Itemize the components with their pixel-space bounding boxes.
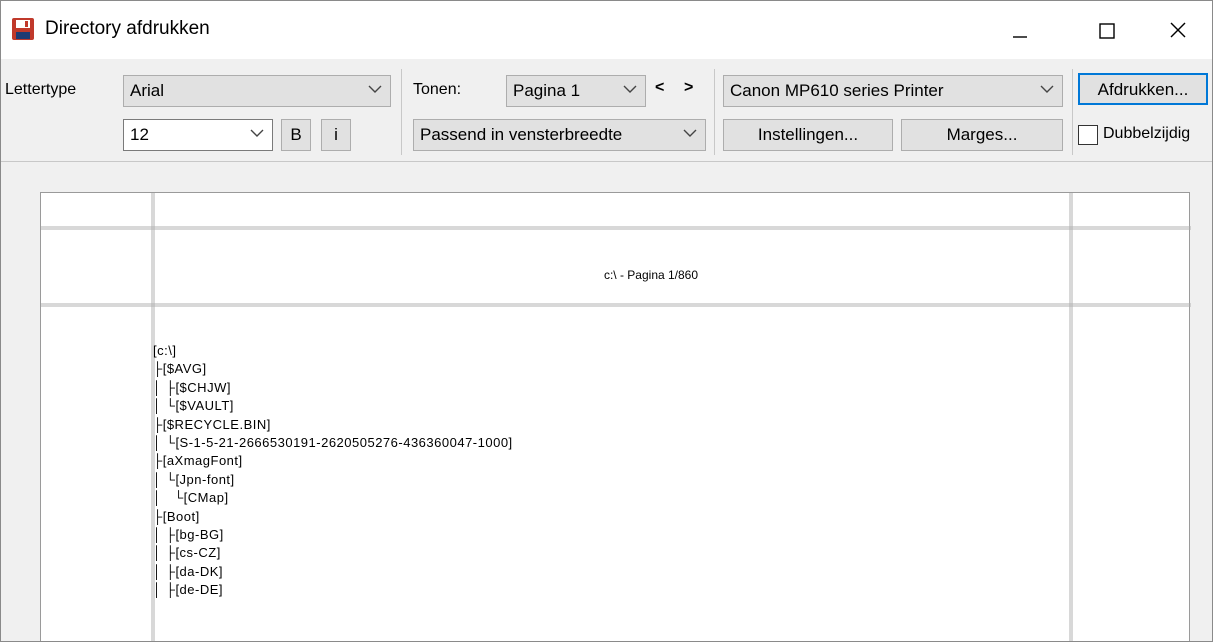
page-select[interactable]: Pagina 1 <box>506 75 646 107</box>
margins-button[interactable]: Marges... <box>901 119 1063 151</box>
font-size-select[interactable]: 12 <box>123 119 273 151</box>
chevron-down-icon <box>250 129 264 137</box>
chevron-down-icon <box>683 129 697 137</box>
tree-row: ├[$AVG] <box>153 361 207 377</box>
window-title: Directory afdrukken <box>45 18 210 39</box>
title-bar[interactable]: Directory afdrukken <box>1 1 1212 59</box>
close-icon[interactable] <box>1161 11 1207 51</box>
font-size-value: 12 <box>130 125 149 144</box>
previous-page-button[interactable]: < <box>655 79 664 97</box>
page-select-value: Pagina 1 <box>513 81 581 100</box>
print-directory-window: Directory afdrukken Lettertype Arial 12 … <box>0 0 1213 642</box>
printer-select-value: Canon MP610 series Printer <box>730 81 944 100</box>
tree-row: │ └[Jpn-font] <box>153 471 235 487</box>
print-toolbar: Lettertype Arial 12 B i Tonen: Pagina 1 … <box>1 61 1212 161</box>
tree-row: │ └[S-1-5-21-2666530191-2620505276-43636… <box>153 435 513 451</box>
tree-row: ├[Boot] <box>153 508 200 524</box>
duplex-label: Dubbelzijdig <box>1103 125 1191 142</box>
toolbar-separator <box>714 69 715 155</box>
maximize-icon[interactable] <box>1084 11 1130 51</box>
toolbar-separator <box>401 69 402 155</box>
fit-select-value: Passend in vensterbreedte <box>420 125 623 144</box>
chevron-down-icon <box>368 85 382 93</box>
font-select-value: Arial <box>130 81 165 100</box>
settings-button[interactable]: Instellingen... <box>723 119 893 151</box>
tree-row: │ ├[cs-CZ] <box>153 545 221 561</box>
tree-row: ├[aXmagFont] <box>153 453 243 469</box>
directory-tree: [c:\] ├[$AVG] │ ├[$CHJW] │ └[$VAULT] ├[$… <box>153 342 513 600</box>
chevron-down-icon <box>623 85 637 93</box>
tree-row: │ └[$VAULT] <box>153 398 234 414</box>
tree-row: │ ├[$CHJW] <box>153 379 231 395</box>
tree-row: │ ├[bg-BG] <box>153 527 224 543</box>
tree-row: │ ├[de-DE] <box>153 582 224 598</box>
tree-row: ├[$RECYCLE.BIN] <box>153 416 271 432</box>
next-page-button[interactable]: > <box>684 79 693 97</box>
italic-button[interactable]: i <box>321 119 351 151</box>
font-type-label: Lettertype <box>5 81 77 98</box>
print-button[interactable]: Afdrukken... <box>1078 73 1208 105</box>
font-select[interactable]: Arial <box>123 75 391 107</box>
print-preview[interactable]: c:\ - Pagina 1/860 [c:\] ├[$AVG] │ ├[$CH… <box>1 161 1212 641</box>
fit-select[interactable]: Passend in vensterbreedte <box>413 119 706 151</box>
tree-row: [c:\] <box>153 343 177 358</box>
preview-page: c:\ - Pagina 1/860 [c:\] ├[$AVG] │ ├[$CH… <box>40 192 1191 641</box>
preview-page-title: c:\ - Pagina 1/860 <box>603 268 699 282</box>
chevron-down-icon <box>1040 85 1054 93</box>
bold-button[interactable]: B <box>281 119 311 151</box>
tree-row: │ └[CMap] <box>153 490 229 506</box>
toolbar-separator <box>1072 69 1073 155</box>
duplex-checkbox[interactable] <box>1078 125 1098 145</box>
tree-row: │ ├[da-DK] <box>153 563 224 579</box>
minimize-icon[interactable] <box>996 11 1042 51</box>
floppy-disk-icon <box>12 18 34 40</box>
printer-select[interactable]: Canon MP610 series Printer <box>723 75 1063 107</box>
show-label: Tonen: <box>413 81 462 98</box>
